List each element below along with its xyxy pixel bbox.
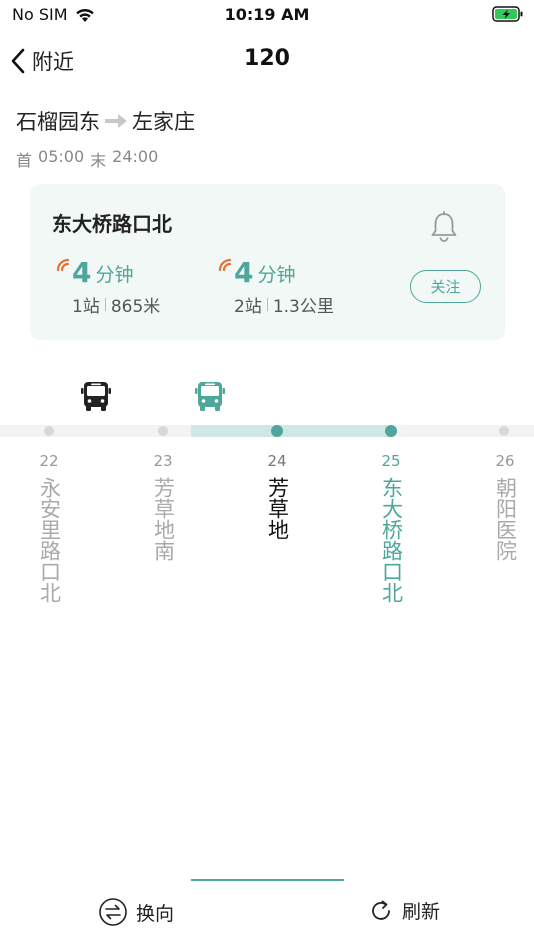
last-bus-time: 24:00 — [112, 147, 159, 166]
eta-stops: 2站 — [234, 297, 262, 317]
eta-distance: 865米 — [110, 297, 161, 317]
route-track-highlight — [191, 425, 390, 437]
reverse-label: 换向 — [136, 902, 175, 925]
eta-first: 4 分钟 1站 865米 — [56, 258, 160, 317]
follow-button[interactable]: 关注 — [410, 270, 481, 303]
stop-item-current[interactable]: 24 芳草地 — [257, 452, 297, 540]
realtime-signal-icon — [218, 258, 232, 272]
divider — [104, 298, 106, 311]
stop-dot — [44, 426, 54, 436]
last-bus-label: 末 — [90, 151, 107, 170]
arrival-card: 东大桥路口北 4 分钟 1站 865米 4 分钟 2站 1.3公里 关注 — [30, 184, 505, 340]
first-bus-label: 首 — [16, 151, 33, 170]
realtime-signal-icon — [56, 258, 70, 272]
swap-icon — [99, 898, 127, 926]
stop-dot-active — [271, 425, 283, 437]
back-button[interactable]: 附近 — [10, 46, 74, 76]
stop-number: 23 — [153, 452, 173, 470]
navigation-bar: 附近 120 — [0, 40, 534, 84]
stop-dot — [499, 426, 509, 436]
stop-item[interactable]: 23 芳草地南 — [143, 452, 183, 561]
page-title: 120 — [244, 46, 290, 71]
stop-number: 24 — [267, 452, 287, 470]
stop-name: 朝阳医院 — [493, 477, 518, 561]
eta-unit: 分钟 — [95, 264, 134, 286]
stop-item[interactable]: 22 永安里路口北 — [29, 452, 69, 603]
eta-stops: 1站 — [72, 297, 100, 317]
arrow-right-icon — [104, 113, 128, 129]
stop-name: 永安里路口北 — [37, 477, 62, 603]
route-direction: 石榴园东 左家庄 — [16, 106, 195, 136]
route-to: 左家庄 — [132, 110, 195, 134]
stop-name: 东大桥路口北 — [379, 477, 404, 603]
back-label: 附近 — [32, 50, 74, 74]
refresh-button[interactable]: 刷新 — [368, 897, 440, 924]
stop-number: 26 — [495, 452, 515, 470]
eta-minutes: 4 — [234, 256, 254, 289]
eta-minutes: 4 — [72, 256, 92, 289]
battery-charging-icon — [492, 6, 523, 22]
divider — [266, 298, 268, 311]
eta-unit: 分钟 — [257, 264, 296, 286]
bus-icon — [195, 382, 225, 411]
stop-name: 芳草地南 — [151, 477, 176, 561]
route-from: 石榴园东 — [16, 110, 100, 134]
stop-number: 22 — [39, 452, 59, 470]
stop-item[interactable]: 26 朝阳医院 — [485, 452, 525, 561]
status-bar: No SIM 10:19 AM — [0, 0, 534, 30]
chevron-left-icon — [11, 48, 25, 74]
stop-dot-active — [385, 425, 397, 437]
bell-icon[interactable] — [427, 210, 461, 244]
stop-name: 芳草地 — [265, 477, 290, 540]
stop-item-selected[interactable]: 25 东大桥路口北 — [371, 452, 411, 603]
first-bus-time: 05:00 — [38, 147, 85, 166]
stop-dot — [158, 426, 168, 436]
eta-second: 4 分钟 2站 1.3公里 — [218, 258, 334, 317]
stop-number: 25 — [381, 452, 401, 470]
eta-distance: 1.3公里 — [272, 297, 334, 317]
home-indicator-line — [191, 879, 344, 881]
refresh-label: 刷新 — [402, 901, 441, 923]
card-station-name: 东大桥路口北 — [52, 212, 172, 236]
status-time: 10:19 AM — [224, 5, 310, 24]
schedule: 首 05:00 末 24:00 — [16, 147, 158, 171]
reverse-direction-button[interactable]: 换向 — [98, 897, 174, 927]
refresh-icon — [372, 900, 390, 920]
bus-icon — [81, 382, 111, 411]
